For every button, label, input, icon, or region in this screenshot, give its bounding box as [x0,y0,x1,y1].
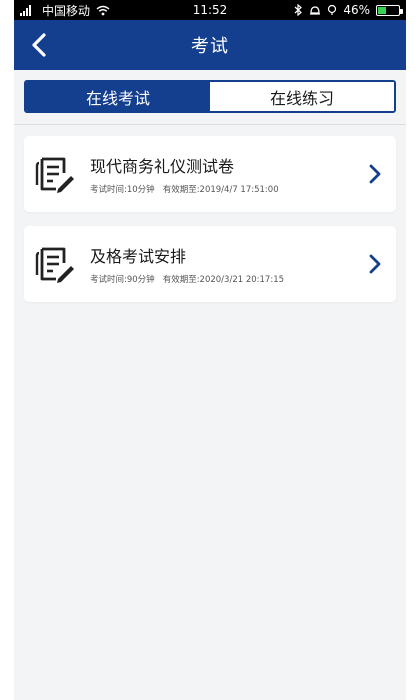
chevron-right-icon [369,164,381,184]
exam-expiry: 有效期至:2020/3/21 20:17:15 [162,275,285,285]
back-arrow-icon [32,33,46,57]
chevron-right-icon [369,254,381,274]
exam-title: 及格考试安排 [90,247,187,266]
exam-paper-icon [35,247,74,283]
exam-title: 现代商务礼仪测试卷 [90,157,235,176]
location-icon [328,4,337,15]
app-header: 考试 [14,20,406,70]
divider [14,124,406,125]
exam-meta: 考试时间:10分钟 有效期至:2019/4/7 17:51:00 [90,183,279,195]
battery-icon [376,4,403,16]
tab-online-exam[interactable]: 在线考试 [26,82,210,111]
back-button[interactable] [22,28,56,62]
bluetooth-icon [294,4,303,16]
exam-duration: 考试时间:90分钟 [90,275,155,285]
exam-card[interactable]: 及格考试安排 考试时间:90分钟 有效期至:2020/3/21 20:17:15 [24,226,396,302]
exam-list: 现代商务礼仪测试卷 考试时间:10分钟 有效期至:2019/4/7 17:51:0… [24,136,396,316]
page-title: 考试 [191,36,229,57]
signal-icon [20,4,31,16]
exam-expiry: 有效期至:2019/4/7 17:51:00 [162,185,279,195]
exam-tabs: 在线考试 在线练习 [24,80,396,113]
main-content: 在线考试 在线练习 现代商务礼仪测试卷 考试时间:10分钟 有效期至:2019/4… [14,70,406,700]
exam-meta: 考试时间:90分钟 有效期至:2020/3/21 20:17:15 [90,273,284,285]
exam-paper-icon [35,157,74,193]
alarm-icon [310,6,321,15]
status-bar: 中国移动 11:52 46% [14,0,406,20]
battery-percent: 46% [343,3,370,17]
exam-card[interactable]: 现代商务礼仪测试卷 考试时间:10分钟 有效期至:2019/4/7 17:51:0… [24,136,396,212]
tab-online-practice[interactable]: 在线练习 [210,82,394,111]
carrier-name: 中国移动 [42,3,91,18]
wifi-icon [96,5,110,15]
exam-duration: 考试时间:10分钟 [90,185,155,195]
